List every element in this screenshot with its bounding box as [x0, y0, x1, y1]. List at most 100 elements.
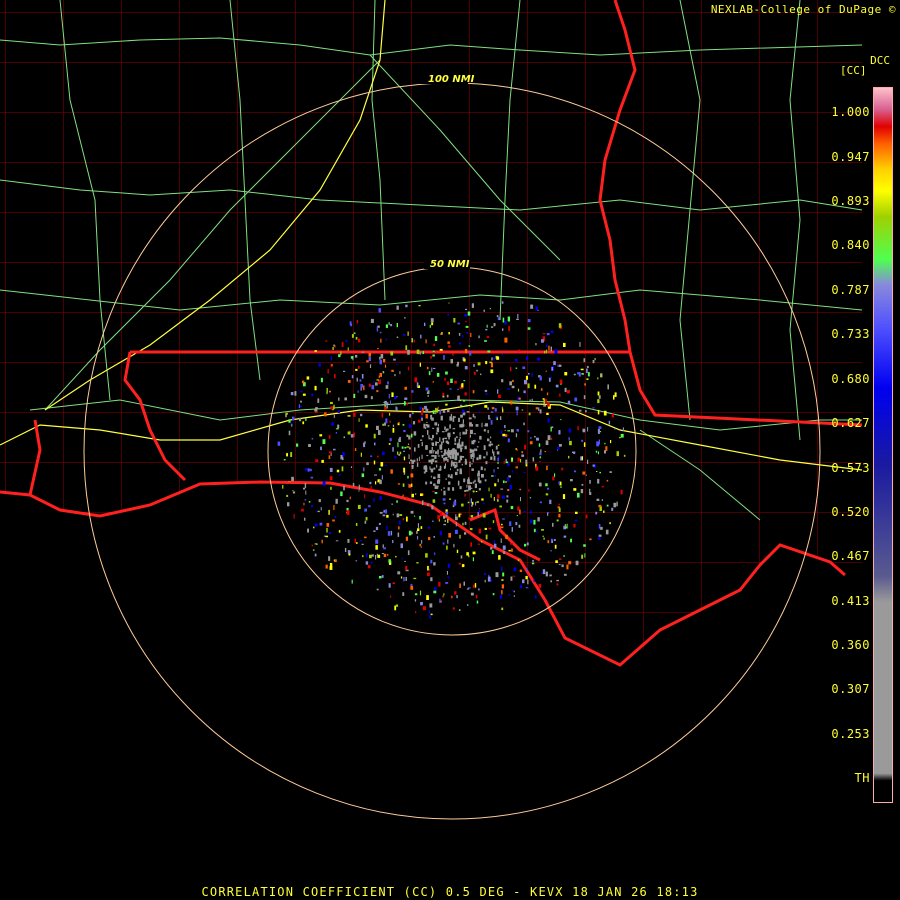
echo-speck — [485, 361, 488, 365]
echo-speck — [304, 517, 306, 521]
echo-speck — [368, 505, 371, 508]
echo-speck — [502, 433, 506, 437]
echo-speck — [470, 429, 473, 434]
echo-speck — [290, 452, 293, 457]
echo-speck — [550, 437, 553, 440]
echo-speck — [607, 384, 609, 390]
echo-speck — [567, 389, 570, 394]
echo-speck — [368, 383, 371, 387]
echo-speck — [467, 479, 470, 485]
echo-speck — [529, 519, 533, 524]
echo-speck — [595, 450, 598, 453]
echo-speck — [433, 476, 436, 479]
echo-speck — [490, 456, 493, 460]
echo-speck — [416, 530, 418, 534]
echo-speck — [437, 480, 440, 484]
echo-speck — [522, 366, 526, 369]
echo-speck — [519, 488, 522, 491]
echo-speck — [539, 452, 542, 456]
echo-speck — [343, 485, 345, 491]
echo-speck — [452, 353, 454, 356]
scale-label: 0.680 — [831, 372, 870, 386]
echo-speck — [622, 427, 624, 432]
echo-speck — [425, 414, 428, 419]
echo-speck — [434, 336, 438, 341]
echo-speck — [459, 342, 462, 345]
echo-speck — [385, 418, 388, 424]
echo-speck — [389, 420, 391, 423]
echo-speck — [579, 342, 581, 347]
echo-speck — [301, 508, 304, 512]
echo-speck — [609, 471, 612, 473]
echo-speck — [456, 595, 458, 599]
echo-speck — [382, 371, 385, 374]
echo-speck — [417, 523, 419, 528]
echo-speck — [304, 483, 307, 488]
echo-speck — [398, 453, 401, 456]
echo-speck — [472, 584, 475, 588]
echo-speck — [326, 392, 328, 395]
echo-speck — [381, 412, 384, 418]
echo-speck — [568, 455, 570, 459]
echo-speck — [437, 515, 440, 520]
echo-speck — [513, 595, 515, 597]
echo-speck — [378, 522, 381, 525]
echo-speck — [577, 492, 580, 498]
echo-speck — [506, 495, 509, 498]
echo-speck — [464, 460, 468, 465]
echo-speck — [361, 473, 365, 478]
echo-speck — [575, 511, 578, 514]
echo-speck — [373, 433, 376, 439]
echo-speck — [405, 345, 408, 351]
echo-speck — [619, 437, 621, 439]
echo-speck — [370, 318, 374, 323]
echo-speck — [286, 453, 288, 457]
echo-speck — [501, 584, 504, 589]
echo-speck — [505, 458, 507, 462]
echo-speck — [459, 437, 461, 439]
echo-speck — [346, 499, 349, 503]
echo-speck — [535, 306, 538, 311]
echo-speck — [472, 390, 475, 394]
echo-speck — [431, 455, 435, 457]
echo-speck — [427, 394, 429, 397]
echo-speck — [556, 583, 559, 586]
echo-speck — [458, 513, 461, 518]
echo-speck — [461, 463, 463, 466]
echo-speck — [475, 448, 478, 452]
echo-speck — [483, 502, 485, 504]
echo-speck — [328, 556, 331, 561]
echo-speck — [513, 590, 515, 593]
echo-speck — [498, 555, 501, 560]
echo-speck — [546, 344, 548, 348]
echo-speck — [399, 371, 401, 375]
echo-speck — [459, 424, 462, 428]
echo-speck — [554, 349, 558, 354]
echo-speck — [464, 366, 468, 370]
echo-speck — [580, 489, 584, 494]
echo-speck — [493, 357, 495, 361]
echo-speck — [454, 437, 456, 439]
echo-speck — [446, 394, 449, 398]
echo-speck — [442, 498, 446, 501]
echo-speck — [430, 460, 433, 465]
echo-speck — [472, 551, 476, 555]
echo-speck — [430, 414, 433, 420]
echo-speck — [445, 428, 449, 431]
echo-speck — [402, 424, 405, 426]
echo-speck — [550, 330, 554, 333]
echo-speck — [469, 461, 471, 464]
echo-speck — [598, 524, 601, 529]
echo-speck — [485, 534, 488, 540]
echo-speck — [449, 388, 452, 390]
echo-speck — [585, 474, 587, 476]
echo-speck — [444, 463, 446, 469]
echo-speck — [520, 458, 522, 463]
echo-speck — [368, 356, 371, 361]
echo-speck — [410, 433, 413, 438]
echo-speck — [581, 483, 584, 486]
echo-speck — [479, 435, 482, 440]
echo-speck — [546, 333, 550, 336]
echo-speck — [464, 392, 467, 396]
echo-speck — [429, 466, 431, 469]
